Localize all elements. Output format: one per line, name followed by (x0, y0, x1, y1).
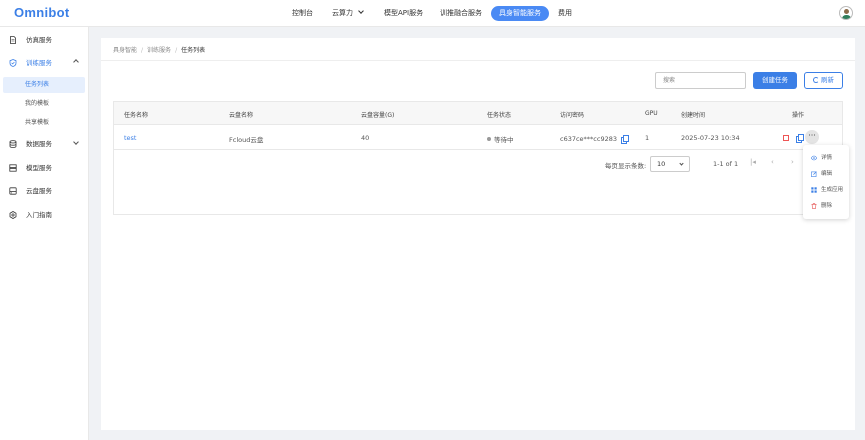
column-header: 任务状态 (487, 112, 512, 119)
sidebar-subitem-task-list[interactable]: 任务列表 (3, 77, 85, 93)
menu-item-label: 编辑 (821, 171, 833, 177)
column-header: 创建时间 (681, 112, 706, 119)
sidebar-item-training[interactable]: 训练服务 (0, 55, 89, 71)
sidebar-subitem-shared-templates[interactable]: 共享模板 (3, 115, 85, 131)
copy-icon[interactable] (796, 134, 804, 143)
menu-item-edit[interactable]: 编辑 (803, 166, 849, 182)
sidebar-item-data[interactable]: 数据服务 (0, 136, 89, 152)
task-name-link[interactable]: test (124, 134, 136, 142)
password-cell: c637ce***cc9283 (560, 134, 629, 144)
breadcrumb-item[interactable]: 具身智能 (113, 47, 137, 54)
column-header: 访问密码 (560, 112, 585, 119)
row-actions-menu: 详情 编辑 生成应用 删除 (803, 145, 849, 219)
capacity-cell: 40 (361, 134, 370, 142)
avatar-body (842, 15, 851, 19)
column-header: GPU (645, 110, 658, 117)
refresh-icon (813, 77, 819, 83)
avatar-head (844, 9, 849, 14)
menu-item-label: 删除 (821, 203, 833, 209)
chevron-down-icon (679, 161, 684, 166)
sidebar-item-label: 训练服务 (26, 59, 52, 67)
nav-embodied-ai[interactable]: 具身智能服务 (491, 6, 549, 21)
document-icon (10, 36, 16, 44)
top-bar: Omnibot 控制台 云算力 模型API服务 训推融合服务 具身智能服务 费用 (0, 0, 865, 27)
menu-item-label: 生成应用 (821, 187, 844, 193)
avatar[interactable] (839, 6, 853, 20)
breadcrumb-separator: / (175, 47, 178, 54)
disk-name-cell: Fcloud云盘 (229, 136, 264, 144)
edit-icon (811, 171, 817, 177)
eye-icon (811, 155, 817, 161)
breadcrumb: 具身智能 / 训练服务 / 任务列表 (113, 45, 205, 54)
nav-model-api[interactable]: 模型API服务 (384, 6, 423, 21)
prev-page-button[interactable]: ‹ (771, 158, 774, 166)
column-header: 操作 (792, 112, 805, 119)
first-page-button[interactable]: |◂ (750, 158, 756, 166)
gear-icon (9, 211, 17, 219)
sidebar-item-cloud-drive[interactable]: 云盘服务 (0, 183, 89, 199)
nav-train-infer[interactable]: 训推融合服务 (440, 6, 482, 21)
sidebar-item-label: 云盘服务 (26, 187, 52, 195)
copy-icon[interactable] (621, 135, 629, 144)
sidebar-item-guide[interactable]: 入门指南 (0, 207, 89, 223)
trash-icon (811, 203, 817, 209)
breadcrumb-item[interactable]: 训练服务 (147, 47, 171, 54)
main-content: 具身智能/训练服务/任务列表 创建任务 刷新 任务名称 云盘名称 云盘容量(G)… (101, 38, 855, 430)
nav-cloud-compute-label: 云算力 (332, 9, 353, 17)
sidebar: 仿真服务 训练服务 任务列表 我的模板 共享模板 数据服务 模型服务 云盘服务 … (0, 27, 89, 440)
sidebar-item-label: 入门指南 (26, 211, 52, 219)
breadcrumb-separator: / (141, 47, 144, 54)
refresh-button-label: 刷新 (821, 76, 834, 84)
sidebar-item-simulation[interactable]: 仿真服务 (0, 32, 89, 48)
menu-item-generate-app[interactable]: 生成应用 (803, 182, 849, 198)
status-dot (487, 137, 491, 141)
menu-item-details[interactable]: 详情 (803, 150, 849, 166)
nav-cloud-compute[interactable]: 云算力 (332, 6, 364, 21)
per-page-value: 10 (657, 160, 666, 168)
page-range: 1-1 of 1 (713, 160, 739, 168)
nav-console[interactable]: 控制台 (292, 6, 313, 21)
search-input[interactable] (655, 72, 746, 89)
sidebar-item-label: 仿真服务 (26, 36, 52, 44)
chevron-up-icon (73, 59, 79, 65)
stop-icon[interactable] (783, 135, 789, 141)
divider (101, 60, 855, 61)
logo[interactable]: Omnibot (14, 5, 70, 20)
next-page-button[interactable]: › (791, 158, 794, 166)
status-cell: 等待中 (487, 134, 514, 144)
grid-icon (811, 187, 817, 193)
menu-item-label: 详情 (821, 155, 833, 161)
sidebar-item-label: 模型服务 (26, 164, 52, 172)
chevron-down-icon (73, 139, 79, 145)
create-task-button[interactable]: 创建任务 (753, 72, 797, 89)
per-page-label: 每页显示条数: (605, 162, 647, 170)
pagination: 每页显示条数: 10 1-1 of 1 |◂ ‹ › (114, 151, 842, 176)
menu-item-delete[interactable]: 删除 (803, 198, 849, 214)
sidebar-item-label: 数据服务 (26, 140, 52, 148)
sidebar-item-model[interactable]: 模型服务 (0, 160, 89, 176)
per-page-select[interactable]: 10 (650, 156, 690, 172)
created-time-cell: 2025-07-23 10:34 (681, 134, 740, 142)
database-icon (9, 140, 17, 148)
sidebar-subitem-my-templates[interactable]: 我的模板 (3, 96, 85, 112)
breadcrumb-current: 任务列表 (181, 47, 206, 54)
column-header: 任务名称 (124, 112, 149, 119)
table-row: test Fcloud云盘 40 等待中 c637ce***cc9283 1 2… (114, 125, 842, 150)
task-table: 任务名称 云盘名称 云盘容量(G) 任务状态 访问密码 GPU 创建时间 操作 … (113, 101, 843, 215)
server-icon (9, 164, 17, 172)
shield-icon (9, 59, 17, 67)
refresh-button[interactable]: 刷新 (804, 72, 843, 89)
password-text: c637ce***cc9283 (560, 135, 617, 143)
nav-billing[interactable]: 费用 (558, 6, 572, 21)
status-text: 等待中 (494, 136, 514, 144)
chevron-down-icon (358, 8, 364, 14)
table-header: 任务名称 云盘名称 云盘容量(G) 任务状态 访问密码 GPU 创建时间 操作 (114, 102, 842, 125)
cloud-drive-icon (9, 187, 17, 195)
column-header: 云盘容量(G) (361, 112, 395, 119)
more-actions-button[interactable]: ··· (805, 130, 819, 144)
column-header: 云盘名称 (229, 112, 254, 119)
gpu-cell: 1 (645, 134, 650, 142)
